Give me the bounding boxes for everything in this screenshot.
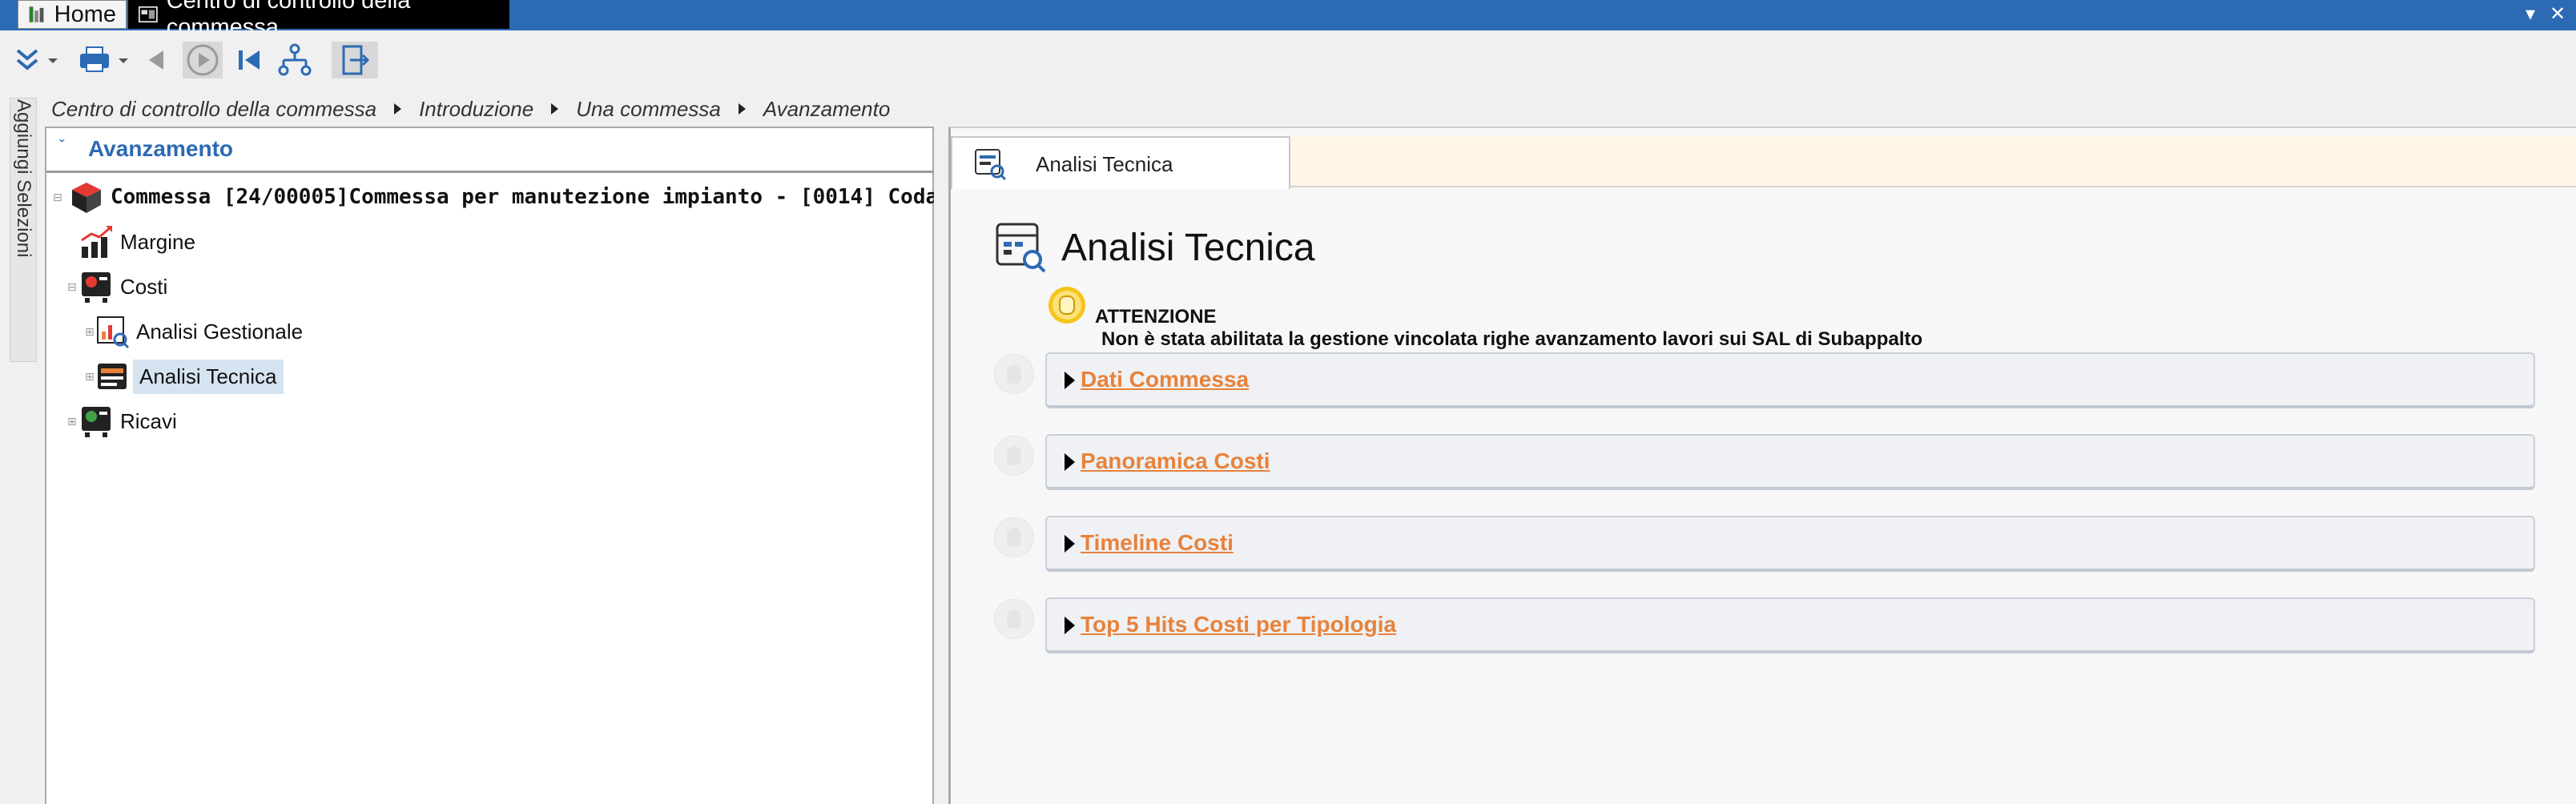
- analysis-chart-icon: [97, 316, 130, 349]
- play-icon: [187, 44, 219, 76]
- breadcrumb-separator-icon: [394, 103, 402, 115]
- section-status-icon: [994, 436, 1034, 476]
- tree-item-ricavi[interactable]: ⊞ Ricavi: [67, 400, 177, 442]
- cost-register-icon: [82, 272, 111, 303]
- section-status-icon: [994, 599, 1034, 639]
- section-timeline-costi[interactable]: Timeline Costi: [1045, 516, 2535, 572]
- tree-item-costi[interactable]: ⊟ Costi: [67, 266, 168, 308]
- caret-right-icon[interactable]: [1065, 372, 1075, 389]
- aggiungi-selezioni-label: Aggiungi Selezioni: [13, 99, 34, 258]
- back-button[interactable]: [143, 42, 170, 78]
- section-dati-commessa[interactable]: Dati Commessa: [1045, 352, 2535, 408]
- caret-right-icon[interactable]: [1065, 453, 1075, 471]
- section-status-icon: [994, 517, 1034, 557]
- dashboard-icon: [138, 6, 158, 23]
- section-status-icon: [994, 354, 1034, 394]
- tree-item-analisi-tecnica[interactable]: ⊞ Analisi Tecnica: [85, 356, 284, 397]
- warning-hand-icon: [1049, 287, 1085, 324]
- chevron-down-icon[interactable]: ˇ: [59, 138, 65, 156]
- warning-message: Non è stata abilitata la gestione vincol…: [1101, 328, 1923, 350]
- toolbar: [0, 30, 2576, 88]
- first-button[interactable]: [234, 42, 266, 78]
- section-top-5-hits[interactable]: Top 5 Hits Costi per Tipologia: [1045, 597, 2535, 653]
- tab-centro-di-controllo[interactable]: Centro di controllo della commessa: [128, 0, 509, 40]
- section-link-top-5-hits[interactable]: Top 5 Hits Costi per Tipologia: [1081, 612, 1396, 637]
- tree-expander-icon[interactable]: ⊞: [85, 325, 95, 339]
- tree-expander-icon[interactable]: ⊞: [85, 370, 95, 384]
- tree-item-commessa[interactable]: ⊟ Commessa [24/00005]Commessa per manute…: [53, 176, 938, 218]
- window-menu-button[interactable]: ▾: [2520, 3, 2541, 26]
- tree-expander-icon[interactable]: ⊞: [67, 415, 77, 428]
- collapse-expand-button[interactable]: [13, 42, 64, 78]
- play-button[interactable]: [183, 42, 223, 78]
- breadcrumb-item-avanzamento[interactable]: Avanzamento: [763, 97, 891, 122]
- title-bar: Home Centro di controllo della commessa …: [0, 0, 2576, 40]
- hierarchy-icon: [278, 43, 312, 76]
- breadcrumb-separator-icon: [551, 103, 559, 115]
- hierarchy-button[interactable]: [277, 42, 312, 78]
- section-link-timeline-costi[interactable]: Timeline Costi: [1081, 530, 1234, 556]
- tab-analisi-tecnica-label: Analisi Tecnica: [1036, 152, 1173, 176]
- first-icon: [239, 50, 260, 70]
- warning-title: ATTENZIONE: [1095, 306, 1217, 328]
- caret-right-icon[interactable]: [1065, 617, 1075, 634]
- caret-right-icon[interactable]: [1065, 535, 1075, 553]
- tab-home[interactable]: Home: [18, 0, 127, 29]
- tree-item-label: Margine: [120, 229, 195, 254]
- cube-icon: [72, 183, 101, 213]
- window-close-button[interactable]: ✕: [2547, 3, 2568, 26]
- section-link-panoramica-costi[interactable]: Panoramica Costi: [1081, 448, 1270, 474]
- tree-item-label: Commessa [24/00005]Commessa per manutezi…: [111, 185, 939, 209]
- tree-panel-title: Avanzamento: [88, 136, 234, 161]
- tree-item-label: Costi: [120, 274, 168, 299]
- section-link-dati-commessa[interactable]: Dati Commessa: [1081, 367, 1249, 392]
- tab-analisi-tecnica[interactable]: Analisi Tecnica: [951, 136, 1290, 189]
- tree-expander-icon[interactable]: ⊟: [53, 191, 62, 204]
- section-panoramica-costi[interactable]: Panoramica Costi: [1045, 434, 2535, 490]
- collapse-expand-icon: [16, 49, 58, 70]
- tree-item-label: Analisi Tecnica: [133, 359, 284, 394]
- breadcrumb-separator-icon: [738, 103, 746, 115]
- tree-item-label: Ricavi: [120, 408, 177, 433]
- tree-item-margine[interactable]: Margine: [78, 221, 195, 263]
- tree-item-label: Analisi Gestionale: [136, 319, 304, 344]
- exit-button[interactable]: [332, 42, 378, 78]
- back-icon: [149, 50, 163, 70]
- technical-analysis-icon: [98, 364, 127, 389]
- technical-analysis-icon: [996, 223, 1046, 273]
- app-logo-icon: [29, 6, 44, 22]
- page-title: Analisi Tecnica: [1061, 227, 1315, 269]
- tree-panel: ˇ Avanzamento ⊟ Commessa [24/00005]Comme…: [45, 127, 938, 804]
- print-icon: [80, 46, 128, 72]
- breadcrumb-item-centro[interactable]: Centro di controllo della commessa: [51, 97, 376, 122]
- tab-home-label: Home: [54, 1, 116, 27]
- tree-item-analisi-gestionale[interactable]: ⊞ Analisi Gestionale: [85, 311, 304, 352]
- breadcrumb-item-introduzione[interactable]: Introduzione: [419, 97, 533, 122]
- tree-panel-header[interactable]: ˇ Avanzamento: [46, 128, 932, 173]
- breadcrumb: Centro di controllo della commessa Intro…: [51, 94, 890, 123]
- exit-icon: [342, 45, 370, 75]
- technical-analysis-icon: [975, 149, 1007, 181]
- tree-expander-icon[interactable]: ⊟: [67, 280, 77, 294]
- panel-splitter[interactable]: [934, 127, 948, 804]
- content-panel: Analisi Tecnica Analisi Tecnica ATTENZIO…: [948, 127, 2576, 804]
- breadcrumb-item-una-commessa[interactable]: Una commessa: [576, 97, 721, 122]
- revenue-register-icon: [82, 407, 111, 437]
- chart-growth-icon: [81, 226, 112, 258]
- print-button[interactable]: [77, 42, 135, 78]
